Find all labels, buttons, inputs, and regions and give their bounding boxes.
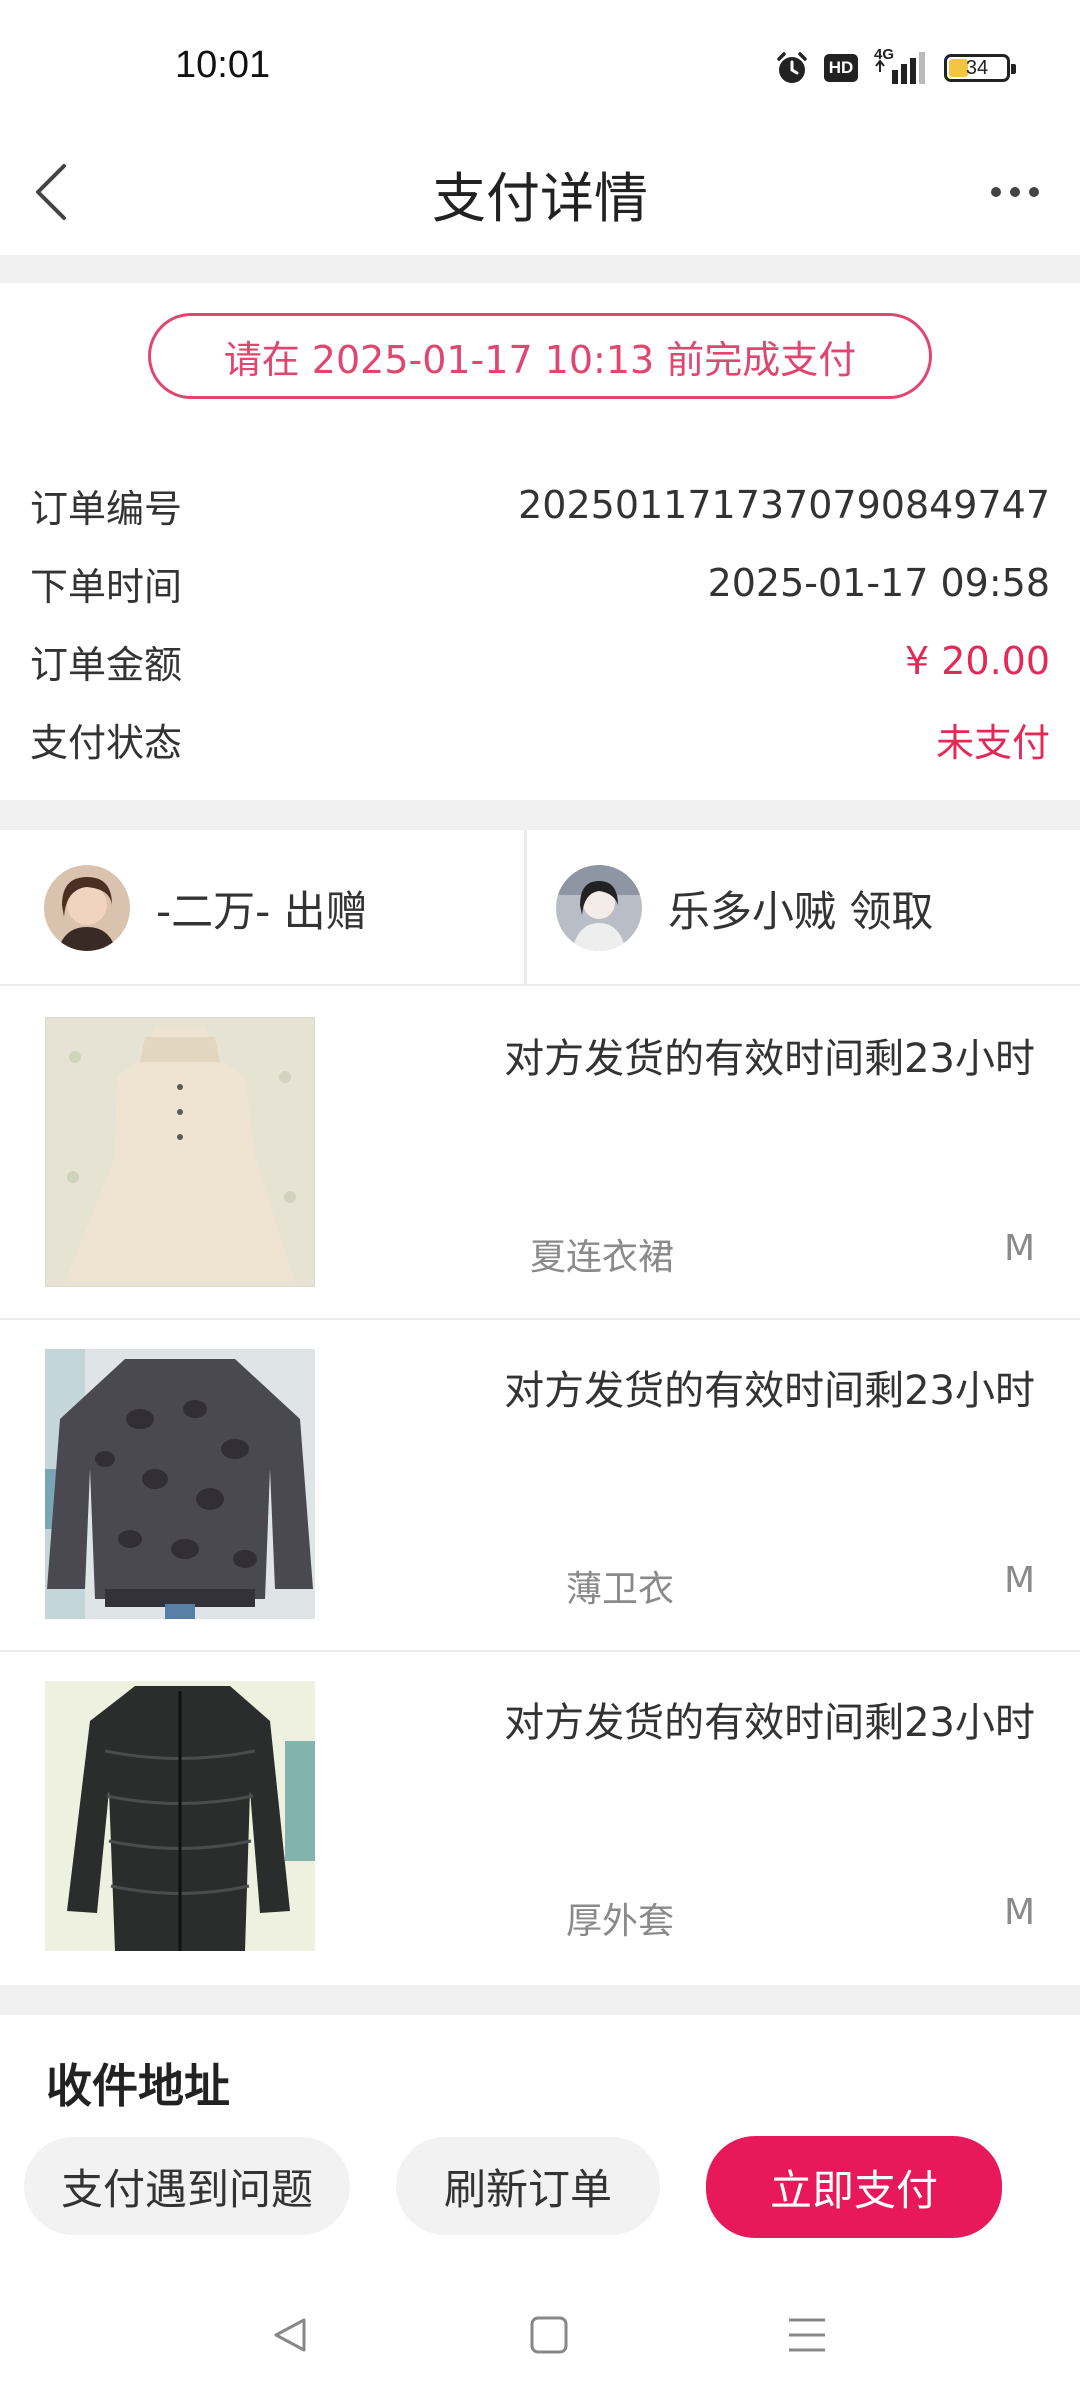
section-divider [0,1985,1080,2015]
item-photo-dress [45,1017,315,1287]
payment-status-label: 支付状态 [30,720,183,765]
payment-problem-button[interactable]: 支付遇到问题 [24,2137,350,2235]
pay-now-button[interactable]: 立即支付 [706,2136,1002,2238]
hd-icon: HD [824,54,858,82]
order-number-label: 订单编号 [30,486,183,531]
item-size: M [1003,1228,1035,1269]
payment-deadline-notice: 请在 2025-01-17 10:13 前完成支付 [148,313,932,399]
nav-home-icon[interactable] [528,2314,570,2356]
order-number-value: 20250117173707908497​47 [518,483,1050,527]
address-title: 收件地址 [46,2059,230,2113]
receiver[interactable]: 乐多小贼 领取 [556,830,933,986]
order-time-row: 下单时间 2025-01-17 09:58 [30,553,1050,613]
list-item[interactable]: 对方发货的有效时间剩23小时 厚外套 M [0,1652,1080,1984]
alarm-icon [777,52,807,83]
more-dot-icon [1010,187,1020,197]
item-photo-coat [45,1681,315,1951]
refresh-order-button[interactable]: 刷新订单 [396,2137,660,2235]
battery-icon: 34 [944,54,1016,82]
signal-icon: 4G [872,46,930,86]
status-bar: 10:01 HD 4G 34 [0,0,1080,130]
section-divider [0,255,1080,283]
item-size: M [1003,1892,1035,1933]
item-name: 薄卫衣 [566,1569,675,1610]
nav-back-icon[interactable] [270,2314,312,2356]
payment-status-value: 未支付 [935,720,1050,765]
section-divider [0,800,1080,830]
more-button[interactable] [980,170,1050,214]
order-time-value: 2025-01-17 09:58 [707,561,1050,605]
shipping-deadline: 对方发货的有效时间剩23小时 [504,1700,1035,1746]
item-name: 厚外套 [566,1901,675,1942]
order-number-row: 订单编号 20250117173707908497​47 [30,475,1050,535]
parties-row: -二万- 出赠 乐多小贼 领取 [0,830,1080,986]
receiver-label: 乐多小贼 领取 [668,886,934,936]
giver-label: -二万- 出赠 [156,886,368,936]
giver[interactable]: -二万- 出赠 [44,830,368,986]
status-time: 10:01 [175,44,271,86]
nav-bar: 支付详情 [0,130,1080,255]
list-item[interactable]: 对方发货的有效时间剩23小时 夏连衣裙 M [0,988,1080,1320]
item-size: M [1003,1560,1035,1601]
status-icons: HD 4G 34 [774,46,1016,88]
shipping-deadline: 对方发货的有效时间剩23小时 [504,1368,1035,1414]
nav-menu-icon[interactable] [786,2314,828,2356]
party-divider [524,830,527,986]
payment-status-row: 支付状态 未支付 [30,709,1050,769]
item-photo-sweatshirt [45,1349,315,1619]
item-name: 夏连衣裙 [530,1237,675,1278]
order-time-label: 下单时间 [30,564,183,609]
order-amount-label: 订单金额 [30,642,183,687]
more-dot-icon [991,187,1001,197]
battery-level: 34 [965,56,989,79]
order-amount-row: 订单金额 ¥ 20.00 [30,631,1050,691]
shipping-deadline: 对方发货的有效时间剩23小时 [504,1036,1035,1082]
giver-avatar [44,865,130,951]
system-nav-bar [0,2280,1080,2400]
receiver-avatar [556,865,642,951]
order-amount-value: ¥ 20.00 [904,639,1050,683]
more-dot-icon [1029,187,1039,197]
hd-badge-text: HD [828,58,854,77]
page-title: 支付详情 [432,167,648,230]
list-item[interactable]: 对方发货的有效时间剩23小时 薄卫衣 M [0,1320,1080,1652]
